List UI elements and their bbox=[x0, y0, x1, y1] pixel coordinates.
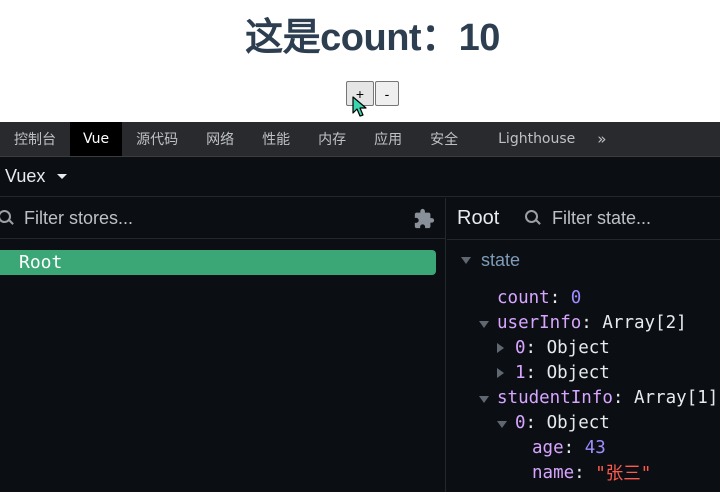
expand-triangle-icon bbox=[479, 395, 489, 403]
puzzle-icon[interactable] bbox=[413, 208, 435, 230]
key-index: 0 bbox=[515, 412, 526, 433]
tree-row-studentinfo[interactable]: studentInfo: Array[1] bbox=[479, 385, 718, 410]
more-tabs-chevron-icon[interactable]: » bbox=[589, 122, 620, 156]
tree-row-userinfo-0[interactable]: 0: Object bbox=[497, 335, 610, 360]
decrement-button[interactable]: - bbox=[375, 81, 399, 106]
value-count: 0 bbox=[570, 287, 582, 308]
key-index: 0 bbox=[515, 337, 526, 358]
expand-triangle-icon bbox=[479, 320, 489, 328]
state-section-toggle[interactable]: state bbox=[461, 250, 520, 271]
vue-devtools-panel: Vuex Filter stores... Root Root Filter s… bbox=[0, 157, 720, 492]
value-age: 43 bbox=[584, 437, 606, 458]
collapsed-triangle-icon bbox=[497, 367, 504, 378]
app-page: 这是count：10 + - bbox=[0, 0, 720, 122]
collapse-triangle-icon bbox=[461, 257, 471, 264]
state-section-label: state bbox=[481, 250, 521, 270]
tree-row-userinfo[interactable]: userInfo: Array[2] bbox=[479, 310, 687, 335]
expand-triangle-icon bbox=[497, 420, 507, 428]
key-age: age bbox=[532, 437, 564, 458]
key-userinfo: userInfo bbox=[497, 312, 582, 333]
tab-sources[interactable]: 源代码 bbox=[122, 122, 192, 156]
tab-vue[interactable]: Vue bbox=[70, 122, 123, 156]
stores-filter-input[interactable]: Filter stores... bbox=[24, 208, 133, 229]
plugin-selector[interactable]: Vuex bbox=[0, 157, 720, 197]
store-item-root[interactable]: Root bbox=[0, 250, 436, 275]
state-filter-input[interactable]: Filter state... bbox=[552, 208, 651, 229]
value-object: Object bbox=[546, 412, 610, 433]
tab-memory[interactable]: 内存 bbox=[304, 122, 360, 156]
key-count: count bbox=[497, 287, 550, 308]
tab-console[interactable]: 控制台 bbox=[0, 122, 70, 156]
tree-row-name[interactable]: name: "张三" bbox=[532, 460, 651, 485]
inspector-title: Root bbox=[457, 207, 500, 229]
mouse-cursor-icon bbox=[352, 96, 367, 117]
stores-pane: Filter stores... Root bbox=[0, 198, 446, 492]
value-name: "张三" bbox=[595, 464, 652, 484]
caret-down-icon bbox=[57, 174, 68, 179]
state-inspector: Root Filter state... state count: 0 user… bbox=[447, 198, 720, 492]
devtools-tabbar: 控制台 Vue 源代码 网络 性能 内存 应用 安全 Lighthouse » bbox=[0, 122, 720, 157]
key-index: 1 bbox=[515, 362, 526, 383]
tab-security[interactable]: 安全 bbox=[416, 122, 472, 156]
search-icon bbox=[0, 210, 14, 226]
tree-row-userinfo-1[interactable]: 1: Object bbox=[497, 360, 610, 385]
tab-network[interactable]: 网络 bbox=[192, 122, 248, 156]
value-studentinfo: Array[1] bbox=[633, 387, 719, 408]
tree-row-studentinfo-0[interactable]: 0: Object bbox=[497, 410, 610, 435]
divider bbox=[447, 239, 720, 240]
key-name: name bbox=[532, 462, 575, 483]
tree-row-age[interactable]: age: 43 bbox=[532, 435, 606, 460]
tree-row-count[interactable]: count: 0 bbox=[497, 285, 581, 310]
key-studentinfo: studentInfo bbox=[497, 387, 613, 408]
value-userinfo: Array[2] bbox=[602, 312, 687, 333]
value-object: Object bbox=[546, 362, 610, 383]
count-heading: 这是count：10 bbox=[245, 17, 500, 59]
collapsed-triangle-icon bbox=[497, 342, 504, 353]
value-object: Object bbox=[546, 337, 610, 358]
tab-performance[interactable]: 性能 bbox=[248, 122, 304, 156]
tab-application[interactable]: 应用 bbox=[360, 122, 416, 156]
tab-lighthouse[interactable]: Lighthouse bbox=[472, 122, 589, 156]
plugin-selector-label: Vuex bbox=[5, 166, 46, 186]
search-icon bbox=[525, 210, 541, 226]
stores-filter[interactable]: Filter stores... bbox=[0, 198, 445, 239]
